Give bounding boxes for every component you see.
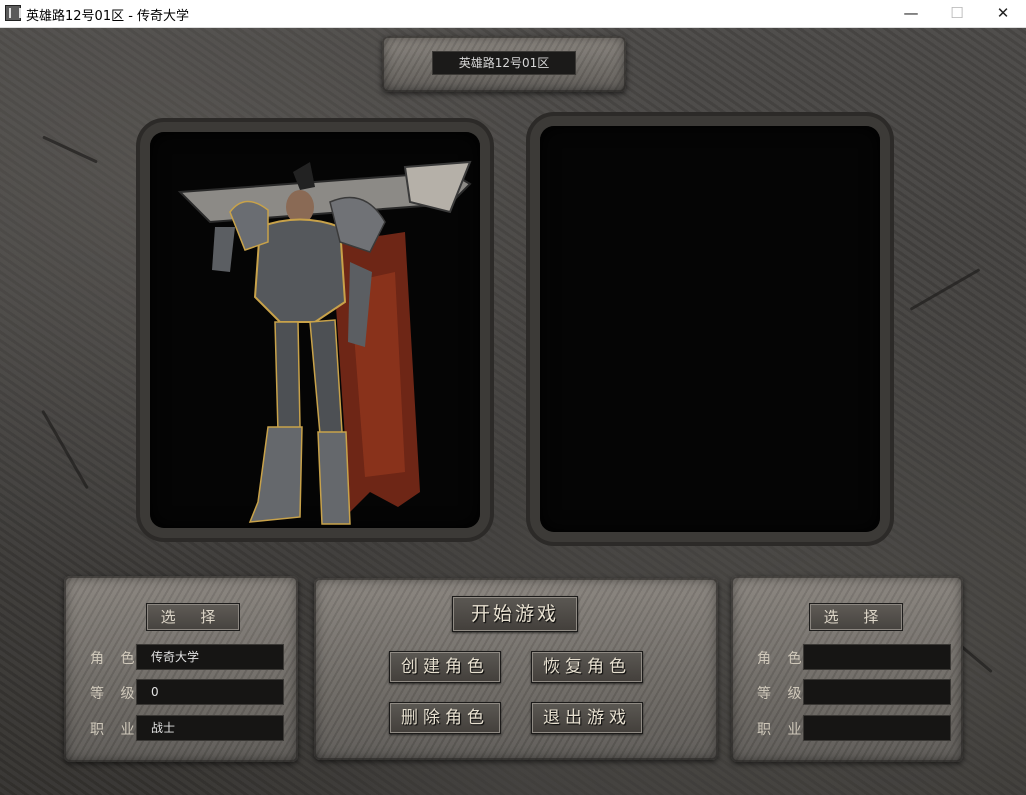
minimize-button[interactable]: — (888, 0, 934, 27)
window-titlebar: 英雄路12号01区 - 传奇大学 — ☐ ✕ (0, 0, 1026, 28)
rock-crack (42, 135, 98, 164)
maximize-button[interactable]: ☐ (934, 0, 980, 27)
close-button[interactable]: ✕ (980, 0, 1026, 27)
select-button-right[interactable]: 选 择 (809, 603, 903, 631)
character-slot-right[interactable] (540, 126, 880, 532)
rock-crack (41, 409, 89, 490)
level-label: 等 级 (757, 686, 808, 702)
role-value (803, 644, 951, 670)
job-label: 职 业 (757, 722, 808, 738)
exit-game-button[interactable]: 退出游戏 (531, 702, 643, 734)
action-panel: 开始游戏 创建角色 恢复角色 删除角色 退出游戏 (314, 578, 718, 760)
delete-character-button[interactable]: 删除角色 (389, 702, 501, 734)
server-plate: 英雄路12号01区 (382, 36, 626, 92)
create-character-button[interactable]: 创建角色 (389, 651, 501, 683)
start-game-button[interactable]: 开始游戏 (452, 596, 578, 632)
level-value (803, 679, 951, 705)
app-icon (5, 5, 21, 21)
role-label: 角 色 (90, 651, 141, 667)
left-slot-panel: 选 择 角 色 传奇大学 等 级 0 职 业 战士 (64, 576, 298, 762)
job-value: 战士 (136, 715, 284, 741)
level-label: 等 级 (90, 686, 141, 702)
window-title: 英雄路12号01区 - 传奇大学 (26, 9, 190, 24)
job-label: 职 业 (90, 722, 141, 738)
restore-character-button[interactable]: 恢复角色 (531, 651, 643, 683)
right-slot-panel: 选 择 角 色 等 级 职 业 (731, 576, 963, 762)
job-value (803, 715, 951, 741)
warrior-character (177, 160, 472, 525)
rock-crack (909, 268, 981, 311)
game-scene: 英雄路12号01区 选 择 角 色 传奇大学 等 级 0 职 业 战士 开始游戏… (0, 28, 1026, 795)
character-slot-left[interactable] (150, 132, 480, 528)
role-value: 传奇大学 (136, 644, 284, 670)
level-value: 0 (136, 679, 284, 705)
select-button-left[interactable]: 选 择 (146, 603, 240, 631)
role-label: 角 色 (757, 651, 808, 667)
server-name: 英雄路12号01区 (432, 51, 576, 75)
